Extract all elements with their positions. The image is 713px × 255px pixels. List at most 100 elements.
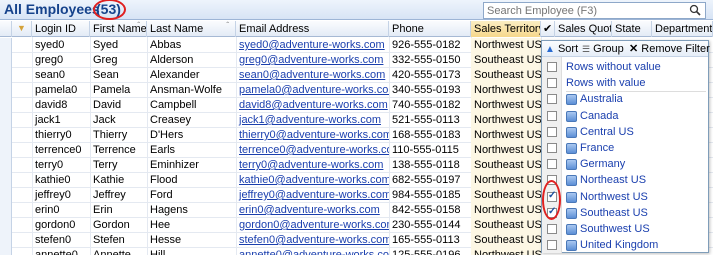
territory-icon [566,175,577,187]
email-cell[interactable]: thierry0@adventure-works.com [236,128,389,143]
filter-option-label: France [580,142,615,154]
phone-cell: 138-555-0118 [392,159,460,171]
search-box[interactable] [483,2,706,19]
filter-option[interactable]: Rows without value [542,59,708,75]
last-name-cell: D'Hers [150,129,184,141]
filter-option[interactable]: Germany [542,156,708,172]
row-selector[interactable] [0,53,12,68]
row-selector[interactable] [0,113,12,128]
search-input[interactable] [484,3,684,18]
email-cell[interactable]: syed0@adventure-works.com [236,38,389,53]
filter-checkbox[interactable] [547,240,557,251]
row-selector[interactable] [0,233,12,248]
filter-option[interactable]: Australia [542,91,708,107]
filter-checkbox[interactable] [547,110,557,121]
filter-checkbox[interactable] [547,159,557,170]
email-cell[interactable]: erin0@adventure-works.com [236,203,389,218]
territory-cell: Southeast US [471,53,541,68]
last-name-cell: Creasey [150,114,191,126]
row-selector[interactable] [0,218,12,233]
row-selector[interactable] [0,203,12,218]
filter-checkbox[interactable] [547,62,557,72]
phone-cell: 168-555-0183 [392,129,461,141]
last-name-cell: Earls [150,144,176,156]
territory-icon [566,240,577,252]
search-icon[interactable] [689,4,701,16]
first-name-cell: Annette [93,249,131,255]
column-header-sales-quota[interactable]: Sales Quota [555,21,612,37]
filter-row-header[interactable]: ▼ [12,21,32,37]
filter-checkbox[interactable] [547,94,557,105]
filter-option-label: Central US [580,125,634,138]
sort-icon: ˆ [137,21,140,30]
filter-option[interactable]: Central US [542,124,708,140]
last-name-cell: Alexander [150,69,200,81]
filter-option[interactable]: United Kingdom [542,237,708,253]
column-header-last-name[interactable]: Last Name ˆ [147,21,236,37]
row-selector[interactable] [0,143,12,158]
login-id-cell: jeffrey0 [35,189,71,201]
phone-cell: 340-555-0193 [392,84,461,96]
column-header-state[interactable]: State [612,21,652,37]
filter-checkbox[interactable] [547,224,557,234]
filter-option-label: Northwest US [580,190,648,203]
filter-checkbox[interactable] [547,78,557,89]
email-cell[interactable]: jack1@adventure-works.com [236,113,389,128]
email-cell[interactable]: sean0@adventure-works.com [236,68,389,83]
column-header-department[interactable]: Department [652,21,713,37]
filter-option[interactable]: Northwest US [542,189,708,205]
column-header-first-name[interactable]: First Name ˆ [90,21,147,37]
email-cell[interactable]: terry0@adventure-works.com [236,158,389,173]
territory-cell: Southeast US [471,188,541,203]
filter-option[interactable]: Southwest US [542,221,708,237]
column-header-email[interactable]: Email Address [236,21,389,37]
row-selector[interactable] [0,248,12,255]
email-cell[interactable]: annette0@adventure-works.com [236,248,389,255]
last-name-cell: Abbas [150,39,182,51]
filter-option[interactable]: Southeast US [542,205,708,221]
email-cell[interactable]: jeffrey0@adventure-works.com [236,188,389,203]
territory-cell: Northwest US [471,83,541,98]
column-header-sales-territory[interactable]: Sales Territory [471,21,541,37]
filter-checkbox[interactable] [547,143,557,153]
column-header-login-id[interactable]: Login ID [32,21,90,37]
last-name-cell: Eminhizer [150,159,199,171]
phone-cell: 521-555-0113 [392,114,460,126]
email-cell[interactable]: terrence0@adventure-works.com [236,143,389,158]
first-name-cell: Gordon [93,219,130,231]
territory-cell: Southeast US [471,218,541,233]
row-selector[interactable] [0,38,12,53]
checked-items-highlight-circle [542,180,561,220]
row-selector[interactable] [0,188,12,203]
filter-option[interactable]: Northeast US [542,172,708,188]
filter-option[interactable]: France [542,140,708,156]
email-cell[interactable]: gordon0@adventure-works.com [236,218,389,233]
filter-option[interactable]: Canada [542,108,708,124]
remove-filter-button[interactable]: ✕ Remove Filter [629,42,710,56]
territory-cell: Northwest US [471,248,541,255]
email-cell[interactable]: pamela0@adventure-works.com [236,83,389,98]
row-selector[interactable] [0,158,12,173]
filter-active-icon[interactable]: ✔ [541,21,555,37]
group-button[interactable]: ☰ Group [582,42,624,56]
email-cell[interactable]: kathie0@adventure-works.com [236,173,389,188]
territory-cell: Northwest US [471,113,541,128]
row-selector[interactable] [0,173,12,188]
filter-option-label: Rows with value [566,77,646,90]
sort-button[interactable]: ▲ Sort [545,42,578,56]
select-all-header[interactable] [0,21,12,37]
territory-icon [566,126,577,138]
filter-option-label: Southwest US [580,223,650,235]
filter-checkbox[interactable] [547,126,557,137]
row-selector[interactable] [0,98,12,113]
email-cell[interactable]: david8@adventure-works.com [236,98,389,113]
email-cell[interactable]: stefen0@adventure-works.com [236,233,389,248]
territory-icon [566,94,577,106]
filter-option[interactable]: Rows with value [542,75,708,91]
column-header-phone[interactable]: Phone [389,21,471,37]
row-selector[interactable] [0,128,12,143]
email-cell[interactable]: greg0@adventure-works.com [236,53,389,68]
row-selector[interactable] [0,83,12,98]
row-selector[interactable] [0,68,12,83]
first-name-cell: Thierry [93,129,128,141]
